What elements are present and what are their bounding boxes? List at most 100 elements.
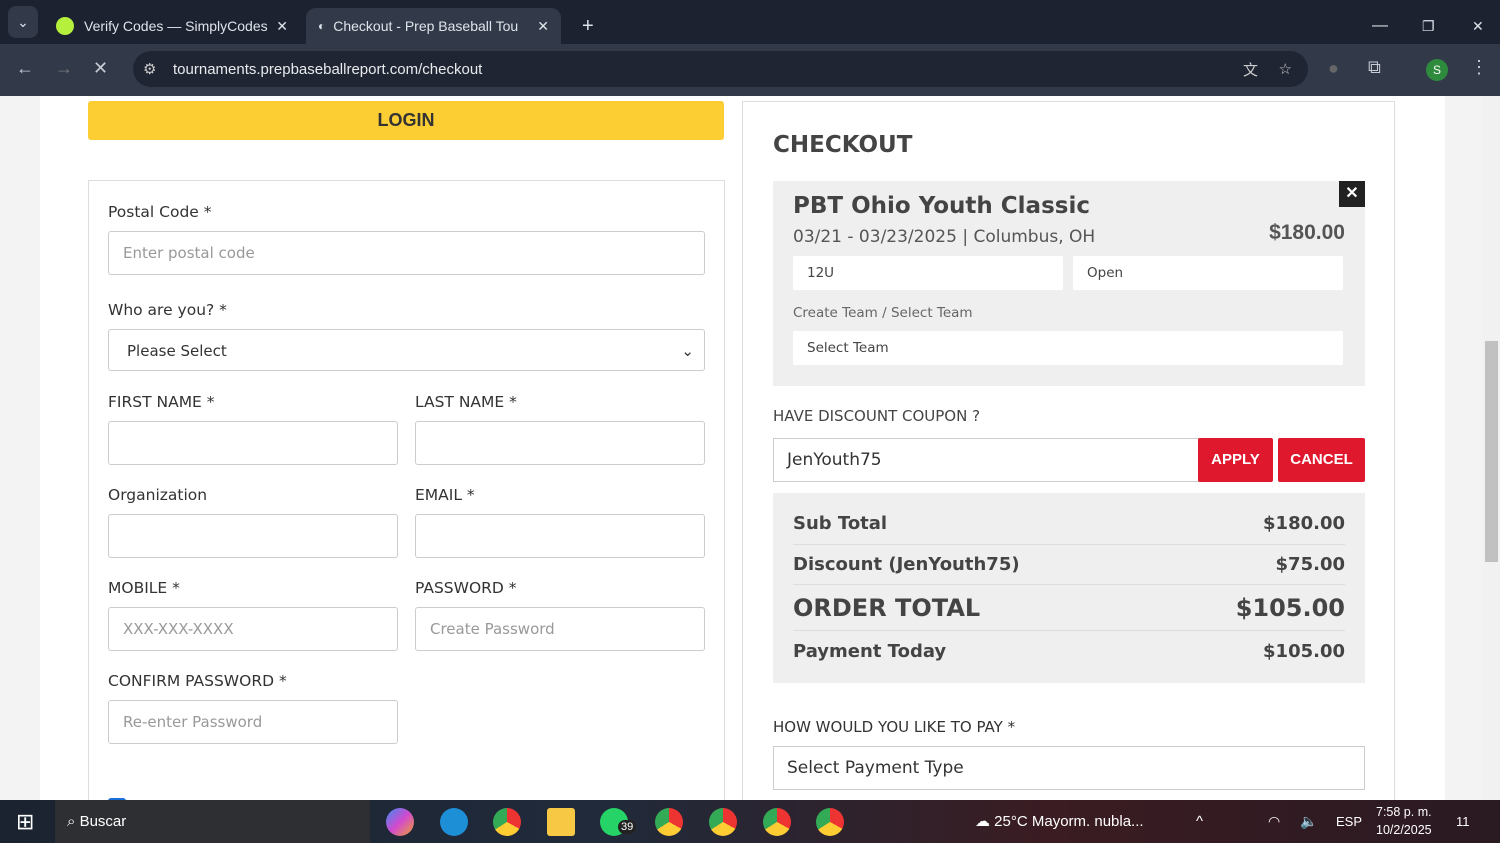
edge-icon[interactable] (440, 808, 468, 836)
weather-icon: ☁ (975, 813, 995, 830)
language-indicator[interactable]: ESP (1336, 800, 1362, 843)
url-text: tournaments.prepbaseballreport.com/check… (173, 60, 483, 78)
password-input[interactable]: Create Password (415, 607, 705, 651)
site-settings-icon[interactable]: ⚙ (143, 60, 156, 78)
password-label: PASSWORD * (415, 579, 517, 597)
postal-code-label: Postal Code * (108, 203, 212, 221)
mobile-input[interactable]: XXX-XXX-XXXX (108, 607, 398, 651)
select-value: Please Select (127, 342, 227, 360)
search-icon: ⌕ (67, 813, 80, 830)
row-value: $180.00 (1263, 513, 1345, 534)
search-text: Buscar (79, 813, 127, 830)
coupon-input[interactable]: JenYouth75 (773, 438, 1199, 482)
row-label: Discount (JenYouth75) (793, 554, 1020, 575)
select-team-field[interactable]: Select Team (793, 331, 1343, 365)
organization-label: Organization (108, 486, 208, 504)
back-icon[interactable]: ← (16, 58, 34, 79)
profile-avatar[interactable]: S (1426, 59, 1448, 81)
age-group-field[interactable]: 12U (793, 256, 1063, 290)
address-bar[interactable]: ⚙ tournaments.prepbaseballreport.com/chec… (133, 51, 1308, 87)
chrome-profile-p-icon[interactable] (763, 808, 791, 836)
restore-button[interactable]: ❐ (1410, 8, 1447, 44)
simplycodes-icon (56, 17, 74, 35)
confirm-password-input[interactable]: Re-enter Password (108, 700, 398, 744)
organization-input[interactable] (108, 514, 398, 558)
row-value: $105.00 (1235, 594, 1345, 622)
event-dates: 03/21 - 03/23/2025 | Columbus, OH (793, 227, 1096, 247)
first-name-label: FIRST NAME * (108, 393, 215, 411)
star-icon[interactable]: ☆ (1279, 60, 1292, 78)
row-value: $105.00 (1263, 641, 1345, 662)
coupon-label: HAVE DISCOUNT COUPON ? (773, 407, 981, 425)
tab-search-button[interactable]: ⌄ (8, 6, 38, 38)
minimize-button[interactable]: — (1360, 8, 1400, 44)
row-label: Sub Total (793, 513, 888, 534)
checkout-page: LOGIN Postal Code * Enter postal code Wh… (40, 96, 1445, 800)
tab-checkout[interactable]: ◐ Checkout - Prep Baseball Tourn ✕ (306, 8, 561, 44)
last-name-label: LAST NAME * (415, 393, 517, 411)
who-are-you-label: Who are you? * (108, 301, 227, 319)
checkout-title: CHECKOUT (773, 132, 913, 158)
new-tab-button[interactable]: + (570, 8, 606, 44)
tab-title: Checkout - Prep Baseball Tourn (333, 18, 519, 34)
close-window-button[interactable]: ✕ (1460, 8, 1496, 44)
weather-widget[interactable]: ☁ 25°C Mayorm. nubla... (975, 800, 1144, 843)
email-input[interactable] (415, 514, 705, 558)
file-explorer-icon[interactable] (547, 808, 575, 836)
chevron-down-icon: ⌄ (681, 342, 694, 360)
notifications-button[interactable]: 11 (1456, 800, 1470, 843)
extension-icon[interactable]: ● (1328, 58, 1339, 79)
wifi-icon[interactable]: ◠ (1268, 800, 1280, 843)
chrome-icon[interactable] (493, 808, 521, 836)
windows-start-icon[interactable]: ⊞ (16, 800, 34, 843)
remove-event-button[interactable]: ✕ (1339, 181, 1365, 207)
order-total-row: ORDER TOTAL $105.00 (793, 585, 1345, 631)
payment-today-row: Payment Today $105.00 (793, 631, 1345, 673)
who-are-you-select[interactable]: Please Select ⌄ (108, 329, 705, 371)
chrome-profile-c-icon[interactable] (655, 808, 683, 836)
tab-verify-codes[interactable]: Verify Codes — SimplyCodes ✕ (44, 8, 300, 44)
row-label: ORDER TOTAL (793, 594, 981, 622)
tray-chevron-icon[interactable]: ^ (1196, 800, 1203, 843)
event-card: ✕ PBT Ohio Youth Classic 03/21 - 03/23/2… (773, 181, 1365, 386)
close-icon[interactable]: ✕ (276, 18, 288, 35)
translate-icon[interactable]: 文 (1243, 59, 1258, 80)
apply-coupon-button[interactable]: APPLY (1198, 438, 1273, 482)
extensions-puzzle-icon[interactable]: ⧉ (1368, 57, 1381, 78)
cancel-coupon-button[interactable]: CANCEL (1278, 438, 1365, 482)
date: 10/2/2025 (1376, 823, 1432, 837)
clock[interactable]: 7:58 p. m. 10/2/2025 (1376, 803, 1432, 839)
registration-form: Postal Code * Enter postal code Who are … (88, 180, 725, 800)
payment-type-select[interactable]: Select Payment Type (773, 746, 1365, 790)
payment-method-label: HOW WOULD YOU LIKE TO PAY * (773, 718, 1016, 736)
postal-code-input[interactable]: Enter postal code (108, 231, 705, 275)
tab-bar: ⌄ Verify Codes — SimplyCodes ✕ ◐ Checkout … (0, 0, 1500, 44)
copilot-icon[interactable] (386, 808, 414, 836)
taskbar-search[interactable]: ⌕ Buscar (55, 800, 370, 843)
chrome-profile-s-icon[interactable] (816, 808, 844, 836)
chrome-profile-g-icon[interactable] (709, 808, 737, 836)
close-icon[interactable]: ✕ (537, 18, 549, 35)
last-name-input[interactable] (415, 421, 705, 465)
volume-icon[interactable]: 🔈 (1300, 800, 1317, 843)
first-name-input[interactable] (108, 421, 398, 465)
division-field[interactable]: Open (1073, 256, 1343, 290)
forward-icon[interactable]: → (55, 58, 73, 79)
order-summary: Sub Total $180.00 Discount (JenYouth75) $7… (773, 493, 1365, 683)
stop-icon[interactable]: ✕ (93, 58, 108, 79)
mobile-label: MOBILE * (108, 579, 180, 597)
whatsapp-badge: 39 (618, 820, 637, 834)
scrollbar-thumb[interactable] (1485, 341, 1498, 562)
menu-icon[interactable]: ⋮ (1470, 57, 1488, 78)
login-button[interactable]: LOGIN (88, 101, 724, 140)
browser-toolbar: ← → ✕ ⚙ tournaments.prepbaseballreport.co… (0, 44, 1500, 96)
notification-count: 11 (1456, 814, 1470, 829)
weather-text: 25°C Mayorm. nubla... (994, 813, 1144, 830)
team-label: Create Team / Select Team (793, 305, 973, 321)
event-price: $180.00 (1269, 221, 1345, 244)
row-value: $75.00 (1275, 554, 1345, 575)
event-name: PBT Ohio Youth Classic (793, 193, 1090, 219)
email-label: EMAIL * (415, 486, 475, 504)
row-label: Payment Today (793, 641, 947, 662)
checkout-panel: CHECKOUT ✕ PBT Ohio Youth Classic 03/21 … (742, 101, 1395, 800)
